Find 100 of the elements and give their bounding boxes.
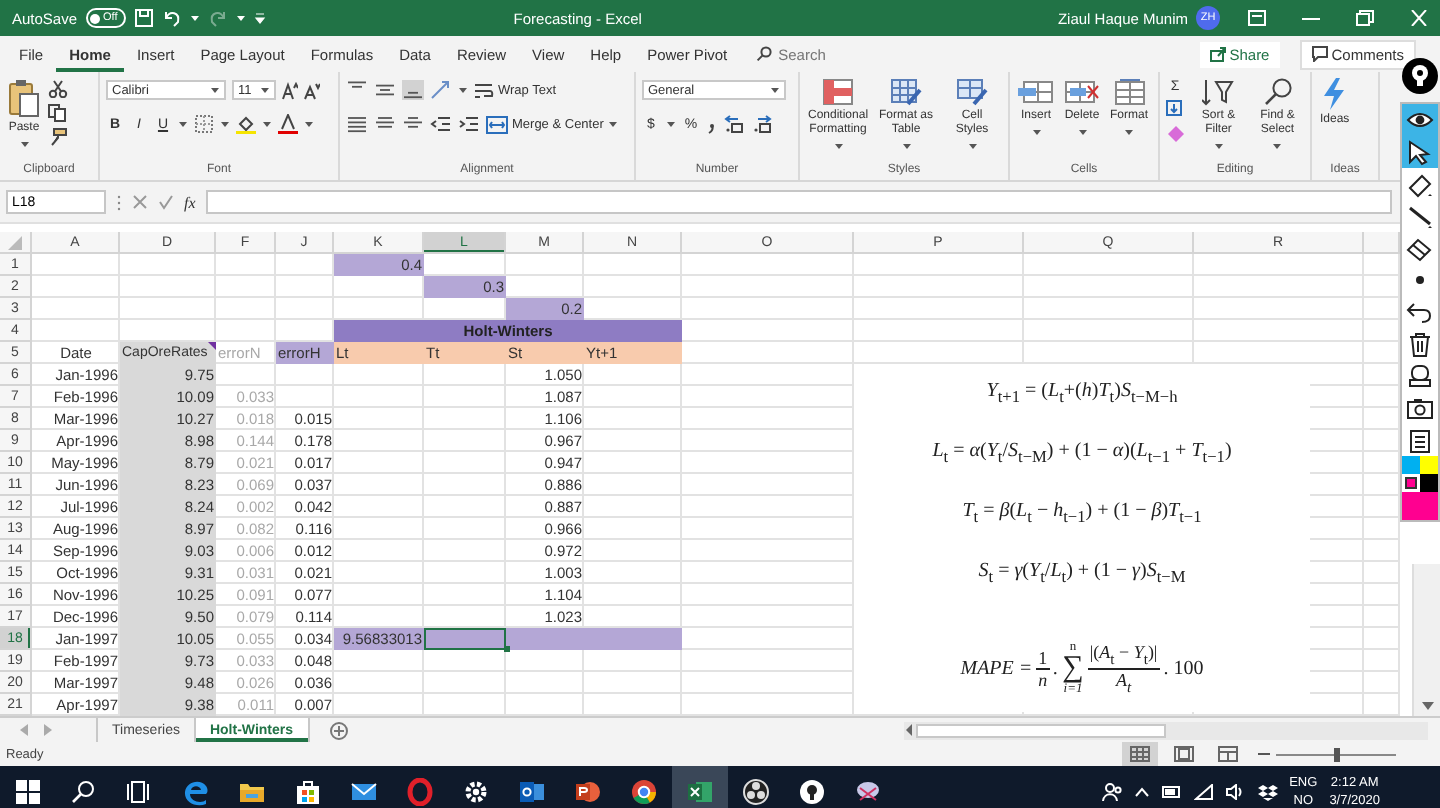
caret-icon [1124,128,1134,136]
bag-icon [294,778,322,806]
zoom-slider-thumb[interactable] [1333,747,1339,761]
formula: L$_{t}$ = α(Y$_{t}$/S$_{t−M}$) + (1 − α)(L$_{t−1}$ + T$_{t−1}$) [932,440,1232,466]
align-center-icon[interactable] [374,114,396,134]
grow-font-icon[interactable] [282,81,298,99]
close-icon[interactable] [1410,10,1428,26]
formula-tail: . 100 [1163,657,1204,679]
decrease-decimal-icon[interactable] [752,114,774,134]
wifi-icon[interactable] [1193,784,1214,800]
caret-icon [189,14,200,22]
cell-brush-icon [956,78,988,106]
color-swatch[interactable] [1402,456,1420,474]
customize-icon[interactable] [253,12,266,24]
task-view-icon [126,778,154,806]
battery-icon[interactable] [1161,784,1182,800]
align-middle-icon[interactable] [374,80,396,100]
app-icon [854,778,882,806]
fill-down-icon[interactable] [1166,100,1186,118]
speaker-icon[interactable] [1225,784,1246,800]
vertical-scrollbar[interactable] [1412,564,1440,716]
horizontal-scrollbar[interactable] [904,721,1428,739]
increase-indent-icon[interactable] [458,114,480,134]
color-swatch[interactable] [1420,474,1438,492]
font-color-icon[interactable] [278,114,298,134]
color-swatch[interactable] [1402,474,1420,492]
formula-label: MAPE = [960,657,1033,679]
caret-icon [235,14,246,22]
envelope-icon [350,778,378,806]
restore-icon[interactable] [1356,10,1374,26]
normal-view-icon[interactable] [1122,742,1158,766]
fill-color-icon[interactable] [236,114,256,134]
caret-icon [458,86,468,94]
caret-icon [262,120,272,128]
caret-icon [304,120,314,128]
caret-icon [901,142,912,150]
comment-icon [1311,46,1328,62]
clipboard-icon [1406,427,1434,453]
format-painter-icon[interactable] [48,128,68,146]
people-icon[interactable] [1101,782,1122,802]
cancel-icon[interactable] [132,194,148,210]
caret-icon [210,86,220,94]
tool-button[interactable] [1402,136,1438,168]
cell-fill [584,628,682,650]
delete-cells-icon [1064,78,1100,106]
orientation-icon[interactable] [430,80,452,100]
copy-icon[interactable] [48,104,68,122]
save-icon[interactable] [133,8,154,28]
color-swatch[interactable] [1420,456,1438,474]
formula: S$_{t}$ = γ(Y$_{t}$/L$_{t}$) + (1 − γ)S$_{t−M}$ [978,560,1186,586]
lightning-icon [1320,78,1349,110]
chevron-up-icon[interactable] [1133,786,1150,798]
formula-input[interactable] [205,190,1392,214]
corner-triangle-icon [8,235,22,249]
start-icon [14,778,42,806]
decrease-indent-icon[interactable] [430,114,452,134]
tool-button[interactable] [1402,104,1438,136]
cut-icon[interactable] [48,80,68,98]
search-icon [70,778,98,806]
fraction: 1 n [1036,647,1050,689]
caret-icon [1272,142,1283,150]
shrink-font-icon[interactable] [304,81,320,99]
lightbulb-icon [1410,64,1430,88]
borders-icon[interactable] [194,114,214,134]
caret-icon [178,120,188,128]
add-sheet-icon[interactable] [329,721,348,739]
enter-icon[interactable] [158,194,174,210]
zoom-out-icon[interactable] [1258,748,1270,760]
undo-icon[interactable] [161,8,182,28]
share-icon [1209,46,1226,62]
caret-icon [260,86,270,94]
align-left-icon[interactable] [346,114,368,134]
scroll-left-icon[interactable] [904,724,916,736]
eye-icon [1406,107,1434,133]
fraction: |(A$_{t}$ − Y$_{t}$)| A$_{t}$ [1087,641,1160,695]
open-box-icon[interactable] [1257,783,1278,801]
camera-icon [1406,395,1434,421]
ribbon-display-icon[interactable] [1248,10,1266,26]
clear-icon[interactable] [1166,124,1186,142]
trash-icon [1406,331,1434,357]
round-logo-icon [630,778,658,806]
insert-function-button[interactable]: fx [184,193,196,211]
spreadsheet-icon [686,778,714,806]
increase-decimal-icon[interactable] [724,114,746,134]
caret-icon [19,140,29,148]
formula: T$_{t}$ = β(L$_{t}$ − h$_{t−1}$) + (1 − β)T$_{t−1}$ [962,500,1202,526]
table-brush-icon [890,78,923,106]
align-right-icon[interactable] [402,114,424,134]
selected-cell[interactable] [424,628,506,650]
caret-icon [607,120,618,128]
caret-icon [1213,142,1224,150]
insert-cells-icon [1018,78,1054,106]
record-icon [742,778,770,806]
lightbulb-icon [798,778,826,806]
scroll-down-icon[interactable] [1421,702,1433,710]
caret-icon [770,86,780,94]
align-bottom-icon[interactable] [402,80,424,100]
formula: Y$_{t+1}$ = (L$_{t}$+(h)T$_{t}$)S$_{t−M−h}$ [986,380,1178,406]
caret-icon [220,120,230,128]
caret-icon [666,120,676,128]
